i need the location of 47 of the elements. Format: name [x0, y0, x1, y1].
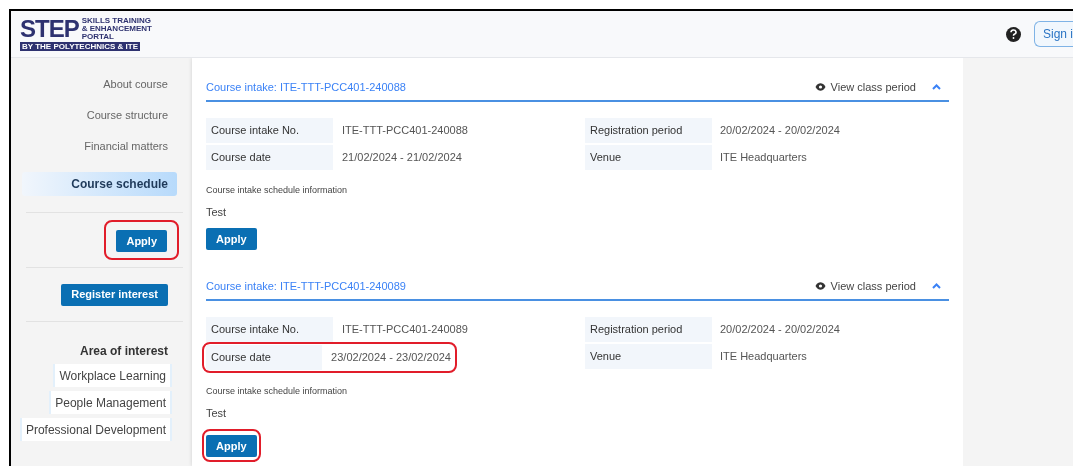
sidebar-item[interactable]: Financial matters	[84, 134, 168, 158]
field-label: Venue	[585, 344, 712, 369]
field-value: ITE Headquarters	[719, 150, 807, 166]
field-value: 20/02/2024 - 20/02/2024	[719, 322, 840, 338]
logo-wordmark: STEP	[20, 18, 79, 40]
field-label: Registration period	[585, 317, 712, 342]
eye-icon	[814, 282, 826, 290]
sign-in-button[interactable]: Sign i	[1033, 21, 1073, 47]
collapse-caret-icon[interactable]	[932, 283, 941, 289]
sidebar-item[interactable]: Course structure	[86, 103, 168, 127]
info-text: Test	[206, 204, 228, 220]
logo-tagline: SKILLS TRAINING	[81, 17, 152, 25]
help-icon[interactable]	[1005, 26, 1021, 42]
field-label: Course intake No.	[206, 317, 333, 342]
field-value: ITE-TTT-PCC401-240088	[341, 123, 468, 139]
apply-button[interactable]: Apply	[116, 230, 167, 253]
field-label: Registration period	[585, 118, 712, 143]
info-label: Course intake schedule information	[206, 385, 349, 398]
sidebar-item[interactable]: About course	[103, 72, 168, 96]
field-value: ITE-TTT-PCC401-240089	[341, 322, 468, 338]
field-value: 23/02/2024 - 23/02/2024	[330, 350, 451, 366]
interest-tag[interactable]: People Management	[49, 391, 170, 414]
logo-tagline: & ENHANCEMENT	[81, 25, 152, 33]
field-value: 20/02/2024 - 20/02/2024	[719, 123, 840, 139]
logo-tagline: PORTAL	[81, 33, 115, 41]
collapse-caret-icon[interactable]	[932, 84, 941, 90]
interest-tag[interactable]: Workplace Learning	[53, 364, 170, 387]
interest-tag[interactable]: Professional Development	[19, 418, 170, 441]
field-label: Course date	[206, 345, 323, 370]
field-value: 21/02/2024 - 21/02/2024	[341, 150, 462, 166]
view-class-period-link[interactable]: View class period	[830, 277, 916, 295]
eye-icon	[814, 83, 826, 91]
logo-strap: BY THE POLYTECHNICS & ITE	[20, 42, 141, 51]
info-text: Test	[206, 405, 228, 421]
info-label: Course intake schedule information	[206, 184, 349, 197]
sidebar-item[interactable]: Course schedule	[22, 172, 177, 196]
field-label: Venue	[585, 145, 712, 170]
field-label: Course date	[206, 145, 333, 170]
apply-button[interactable]: Apply	[206, 228, 257, 250]
register-interest-button[interactable]: Register interest	[61, 283, 168, 306]
view-class-period-link[interactable]: View class period	[830, 78, 916, 96]
field-label: Course intake No.	[206, 118, 333, 143]
section-heading: Area of interest	[79, 343, 168, 360]
field-value: ITE Headquarters	[719, 349, 807, 365]
apply-button[interactable]: Apply	[206, 435, 257, 458]
intake-title[interactable]: Course intake: ITE-TTT-PCC401-240088	[206, 78, 815, 96]
intake-title[interactable]: Course intake: ITE-TTT-PCC401-240089	[206, 277, 815, 295]
